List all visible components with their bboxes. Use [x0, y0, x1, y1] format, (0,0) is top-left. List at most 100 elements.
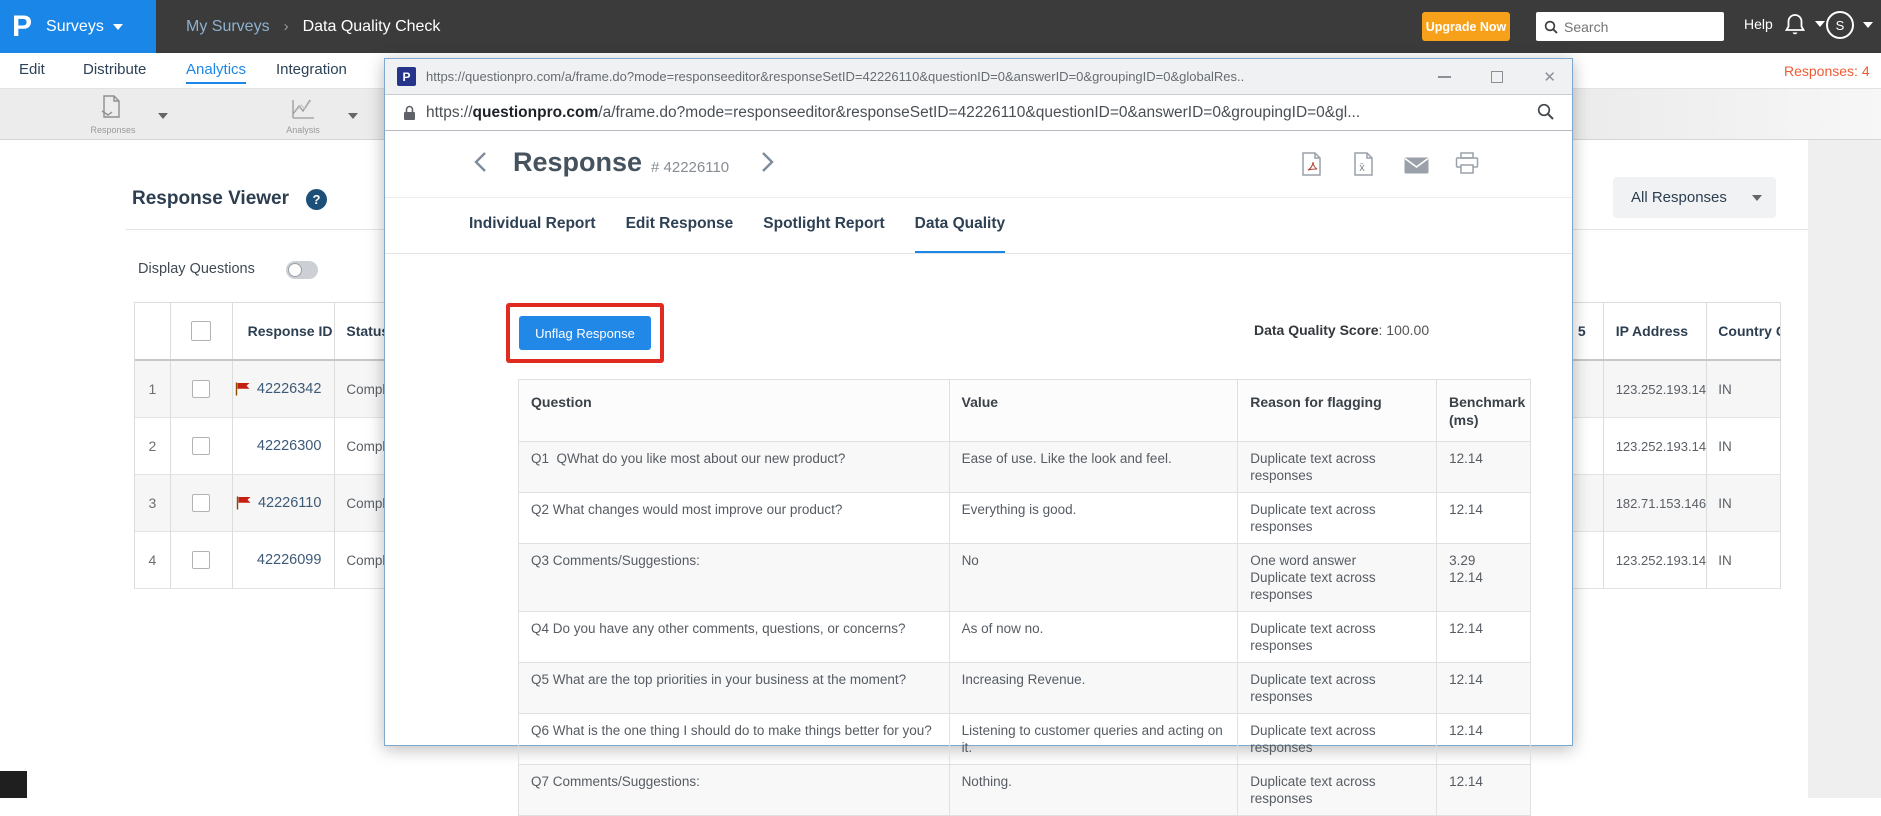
search-input[interactable]	[1564, 18, 1704, 35]
question-cell: Q3 Comments/Suggestions:	[519, 544, 950, 612]
benchmark-cell: 12.14	[1437, 714, 1531, 765]
select-all-cell	[171, 303, 233, 359]
toolbar-responses-label: Responses	[90, 125, 136, 135]
row-checkbox[interactable]	[192, 551, 211, 569]
upgrade-now-button[interactable]: Upgrade Now	[1422, 12, 1510, 41]
benchmark-cell: 12.14	[1437, 442, 1531, 493]
responses-count: Responses: 4	[1784, 63, 1870, 79]
response-title: Response	[513, 147, 643, 177]
ip-address-header: IP Address	[1604, 303, 1708, 359]
window-title-url: https://questionpro.com/a/frame.do?mode=…	[426, 69, 1245, 84]
display-questions-toggle[interactable]	[286, 261, 318, 279]
red-annotation-box: Unflag Response	[506, 303, 664, 363]
reason-cell: Duplicate text across responses	[1238, 442, 1438, 493]
row-checkbox[interactable]	[192, 380, 211, 398]
value-cell: No	[949, 544, 1239, 612]
reason-cell: Duplicate text across responses	[1238, 663, 1438, 714]
response-id-link[interactable]: 42226099	[257, 552, 322, 568]
row-checkbox[interactable]	[192, 494, 211, 512]
export-pdf-icon[interactable]	[1301, 152, 1322, 177]
tab-individual-report[interactable]: Individual Report	[469, 197, 596, 254]
checkbox-cell	[170, 361, 233, 418]
previous-response-button[interactable]	[473, 151, 487, 173]
tab-integration[interactable]: Integration	[276, 61, 347, 82]
tab-distribute[interactable]: Distribute	[83, 61, 146, 82]
value-cell: Listening to customer queries and acting…	[949, 714, 1239, 765]
search-icon	[1544, 20, 1558, 34]
data-quality-table: Question Value Reason for flagging Bench…	[518, 379, 1531, 816]
account-menu[interactable]: S	[1826, 11, 1873, 39]
benchmark-cell: 12.14	[1437, 663, 1531, 714]
tab-analytics[interactable]: Analytics	[186, 61, 247, 84]
reason-cell: Duplicate text across responses	[1238, 493, 1438, 544]
data-quality-row: Q5 What are the top priorities in your b…	[519, 663, 1531, 714]
help-link[interactable]: Help	[1744, 16, 1773, 32]
response-id-link[interactable]: 42226300	[257, 438, 322, 454]
flag-icon	[236, 496, 251, 510]
export-excel-icon[interactable]: x̄	[1353, 152, 1374, 177]
response-id-link[interactable]: 42226342	[257, 381, 322, 397]
response-id-link[interactable]: 42226110	[258, 495, 321, 511]
minimize-button[interactable]	[1438, 76, 1452, 78]
benchmark-cell: 12.14	[1437, 612, 1531, 663]
chevron-down-icon[interactable]	[348, 113, 358, 119]
tab-edit[interactable]: Edit	[19, 61, 45, 82]
avatar: S	[1826, 11, 1854, 39]
email-icon[interactable]	[1404, 157, 1429, 174]
breadcrumb-my-surveys[interactable]: My Surveys	[186, 18, 270, 36]
search-box[interactable]	[1536, 12, 1724, 41]
response-filter-dropdown[interactable]: All Responses	[1613, 177, 1776, 218]
ip-address-cell: 123.252.193.148	[1603, 361, 1708, 418]
close-button[interactable]: ✕	[1543, 70, 1556, 85]
address-bar[interactable]: https://questionpro.com/a/frame.do?mode=…	[385, 95, 1572, 131]
question-cell: Q5 What are the top priorities in your b…	[519, 663, 950, 714]
report-tabs: Individual Report Edit Response Spotligh…	[469, 197, 1006, 254]
notifications-button[interactable]	[1784, 12, 1825, 36]
bottom-left-widget[interactable]	[0, 771, 27, 798]
reason-cell: Duplicate text across responses	[1238, 714, 1438, 765]
questionpro-logo: P	[12, 9, 33, 43]
next-response-button[interactable]	[761, 151, 775, 173]
maximize-button[interactable]	[1491, 71, 1504, 83]
tab-spotlight-report[interactable]: Spotlight Report	[763, 197, 884, 254]
row-number: 3	[135, 475, 171, 532]
toolbar-responses[interactable]: Responses	[58, 93, 168, 137]
country-code-cell: IN	[1707, 532, 1781, 589]
response-id-header[interactable]: Response ID	[233, 303, 336, 359]
help-icon[interactable]: ?	[306, 189, 327, 210]
lock-icon	[404, 105, 415, 120]
toolbar-analysis-label: Analysis	[286, 125, 320, 135]
analysis-chart-icon	[292, 99, 314, 119]
response-id-cell[interactable]: 42226300	[232, 418, 336, 475]
product-label: Surveys	[46, 17, 104, 35]
unflag-response-button[interactable]: Unflag Response	[519, 316, 651, 350]
response-id-cell[interactable]: 42226110	[232, 475, 336, 532]
questionpro-favicon: P	[397, 67, 416, 86]
tab-data-quality[interactable]: Data Quality	[914, 197, 1006, 254]
zoom-icon[interactable]	[1537, 103, 1554, 120]
country-code-cell: IN	[1707, 361, 1781, 418]
ip-address-cell: 182.71.153.146	[1603, 475, 1708, 532]
product-switcher[interactable]: P Surveys	[0, 0, 156, 53]
chevron-down-icon[interactable]	[158, 113, 168, 119]
flag-icon	[235, 382, 250, 396]
response-id-cell[interactable]: 42226342	[232, 361, 336, 418]
response-editor-window: P https://questionpro.com/a/frame.do?mod…	[384, 58, 1573, 816]
reason-cell: Duplicate text across responses	[1238, 765, 1438, 816]
reason-cell: One word answer Duplicate text across res…	[1238, 544, 1438, 612]
row-checkbox[interactable]	[192, 437, 211, 455]
response-id-cell[interactable]: 42226099	[232, 532, 336, 589]
reason-header: Reason for flagging	[1238, 380, 1437, 442]
window-titlebar[interactable]: P https://questionpro.com/a/frame.do?mod…	[385, 59, 1572, 95]
tab-edit-response[interactable]: Edit Response	[626, 197, 734, 254]
checkbox-cell	[170, 418, 233, 475]
chevron-down-icon	[112, 23, 123, 30]
breadcrumb: My Surveys › Data Quality Check	[186, 0, 440, 53]
print-icon[interactable]	[1455, 152, 1479, 175]
value-cell: Nothing.	[949, 765, 1239, 816]
country-code-header: Country Co	[1707, 303, 1781, 359]
data-quality-row: Q3 Comments/Suggestions: No One word answe…	[519, 544, 1531, 612]
toolbar-analysis[interactable]: Analysis	[248, 93, 358, 137]
select-all-checkbox[interactable]	[191, 321, 212, 341]
data-quality-row: Q1 QWhat do you like most about our new …	[519, 442, 1531, 493]
